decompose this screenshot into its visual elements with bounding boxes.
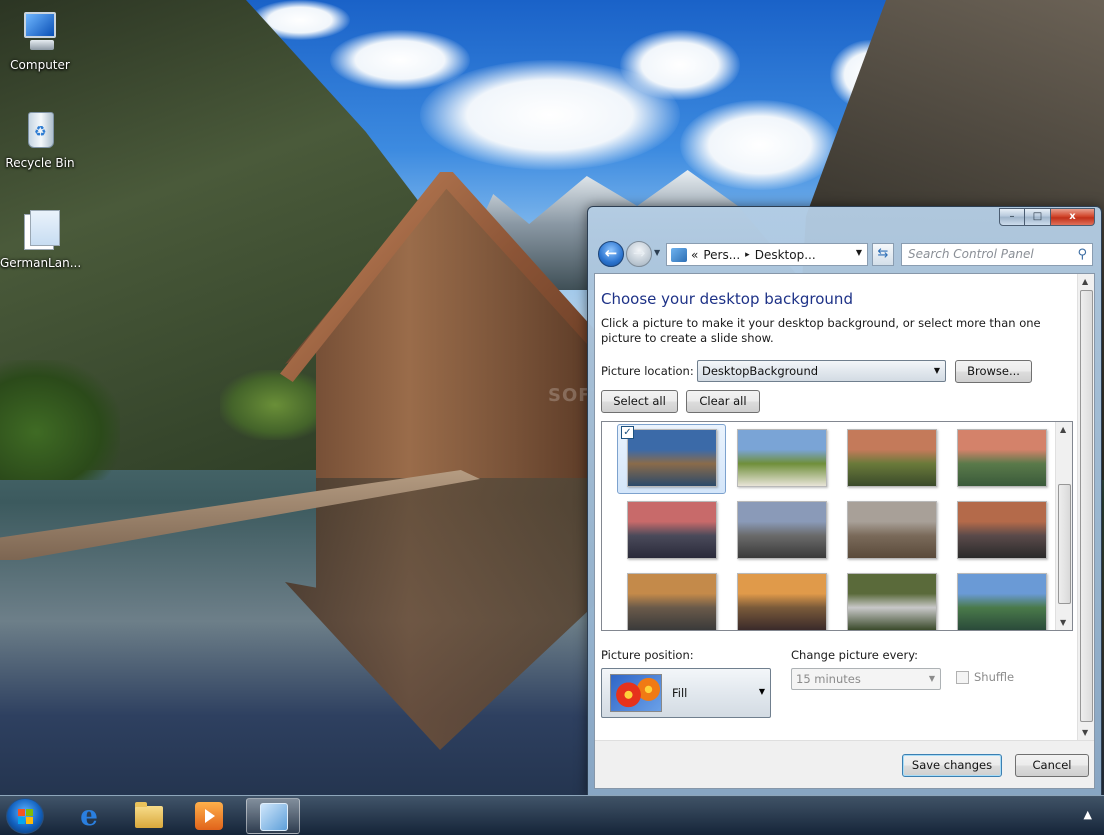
- change-interval-value: 15 minutes: [796, 672, 861, 686]
- breadcrumb-separator-icon[interactable]: ▸: [745, 250, 750, 260]
- clear-all-button[interactable]: Clear all: [686, 390, 760, 413]
- desktop-icon-computer[interactable]: Computer: [0, 10, 80, 72]
- wallpaper-thumbnail-beach-reflection[interactable]: [847, 501, 937, 559]
- recycle-bin-icon: ♻: [18, 108, 62, 152]
- gallery-scrollbar[interactable]: ▲ ▼: [1055, 422, 1072, 630]
- address-bar[interactable]: « Pers... ▸ Desktop... ▼: [666, 243, 868, 266]
- picture-position-label: Picture position:: [601, 648, 694, 662]
- scroll-down-icon[interactable]: ▼: [1060, 618, 1066, 627]
- scroll-down-icon[interactable]: ▼: [1082, 728, 1088, 737]
- checkbox-checked-icon[interactable]: ✓: [621, 426, 634, 439]
- maximize-button[interactable]: □: [1025, 208, 1051, 226]
- fill-preview-icon: [610, 674, 662, 712]
- forward-button[interactable]: →: [626, 241, 652, 267]
- change-picture-every-label: Change picture every:: [791, 648, 919, 662]
- shuffle-label: Shuffle: [974, 670, 1015, 684]
- cancel-button[interactable]: Cancel: [1015, 754, 1089, 777]
- back-arrow-icon: ←: [604, 244, 618, 262]
- computer-icon: [18, 10, 62, 54]
- wallpaper-thumbnail-rocky-beach[interactable]: [737, 501, 827, 559]
- checkbox-icon: [956, 670, 969, 684]
- minimize-button[interactable]: –: [999, 208, 1025, 226]
- refresh-icon: ⇆: [877, 246, 889, 261]
- breadcrumb-overflow[interactable]: «: [691, 248, 698, 262]
- cloud: [680, 100, 840, 190]
- desktop-icon-recycle-bin[interactable]: ♻ Recycle Bin: [0, 108, 80, 170]
- wallpaper-thumbnail-evening-rocks[interactable]: [957, 501, 1047, 559]
- picture-gallery: ▲ ▼ ✓: [601, 421, 1073, 631]
- breadcrumb-desktop-background[interactable]: Desktop...: [755, 248, 816, 262]
- taskbar-media-player[interactable]: [182, 798, 236, 834]
- control-panel-icon: [671, 247, 687, 262]
- chevron-down-icon: ▼: [928, 674, 935, 683]
- scroll-up-icon[interactable]: ▲: [1082, 277, 1088, 286]
- wallpaper-thumbnail-sunset-stream[interactable]: [957, 429, 1047, 487]
- dialog-footer: Save changes Cancel: [595, 740, 1094, 788]
- picture-location-select[interactable]: DesktopBackground ▼: [697, 360, 946, 382]
- grass: [220, 370, 330, 440]
- search-input[interactable]: Search Control Panel ⚲: [901, 243, 1093, 266]
- search-placeholder: Search Control Panel: [908, 247, 1034, 261]
- wallpaper-thumbnail-lighthouse-field[interactable]: [847, 429, 937, 487]
- picture-position-value: Fill: [672, 686, 688, 700]
- wallpaper-thumbnail-dusk-shore[interactable]: [627, 501, 717, 559]
- picture-location-label: Picture location:: [601, 364, 694, 378]
- shuffle-checkbox: Shuffle: [956, 670, 1014, 684]
- page-title: Choose your desktop background: [601, 290, 853, 308]
- breadcrumb-personalization[interactable]: Pers...: [703, 248, 740, 262]
- wallpaper-thumbnail-sunrise-pebbles[interactable]: [737, 573, 827, 630]
- wallpaper-thumbnail-alpine-church[interactable]: [957, 573, 1047, 630]
- page-description: Click a picture to make it your desktop …: [601, 316, 1041, 345]
- select-all-button[interactable]: Select all: [601, 390, 678, 413]
- wallpaper-thumbnail-boathouse-lake[interactable]: [627, 429, 717, 487]
- chevron-down-icon[interactable]: ▼: [856, 248, 862, 257]
- picture-location-value: DesktopBackground: [702, 364, 819, 378]
- taskbar-internet-explorer[interactable]: e: [62, 798, 116, 834]
- caption-buttons: – □ x: [999, 208, 1095, 227]
- windows-logo-icon: [18, 809, 34, 825]
- desktop-icon-label: Recycle Bin: [5, 156, 75, 170]
- show-hidden-icons-icon[interactable]: ▲: [1084, 808, 1092, 821]
- media-player-icon: [195, 802, 223, 830]
- wallpaper-thumbnail-golden-coast[interactable]: [627, 573, 717, 630]
- content-scrollbar[interactable]: ▲ ▼: [1077, 274, 1094, 740]
- refresh-button[interactable]: ⇆: [872, 243, 894, 266]
- wallpaper-thumbnail-sheep-meadow[interactable]: [737, 429, 827, 487]
- scroll-up-icon[interactable]: ▲: [1060, 425, 1066, 434]
- navigation-bar: ← → ▼ « Pers... ▸ Desktop... ▼ ⇆ Search …: [594, 239, 1095, 269]
- personalization-window: – □ x ← → ▼ « Pers... ▸ Desktop... ▼ ⇆ S…: [587, 206, 1102, 797]
- chevron-down-icon: ▼: [758, 687, 765, 696]
- document-icon: [18, 208, 62, 252]
- gallery-scroll-thumb[interactable]: [1058, 484, 1071, 604]
- picture-position-select[interactable]: Fill ▼: [601, 668, 771, 718]
- taskbar-windows-explorer[interactable]: [122, 798, 176, 834]
- internet-explorer-icon: e: [80, 799, 98, 832]
- content-pane: Choose your desktop background Click a p…: [594, 273, 1095, 789]
- save-changes-button[interactable]: Save changes: [902, 754, 1002, 777]
- taskbar: e ▲: [0, 795, 1104, 835]
- change-interval-select: 15 minutes ▼: [791, 668, 941, 690]
- control-panel-icon: [260, 803, 288, 831]
- cloud: [620, 30, 740, 100]
- wallpaper-thumbnail-waterfall[interactable]: [847, 573, 937, 630]
- close-button[interactable]: x: [1051, 208, 1095, 226]
- content-scroll-thumb[interactable]: [1080, 290, 1093, 722]
- browse-button[interactable]: Browse...: [955, 360, 1032, 383]
- taskbar-control-panel[interactable]: [246, 798, 300, 834]
- search-icon[interactable]: ⚲: [1077, 244, 1087, 265]
- recent-pages-dropdown[interactable]: ▼: [654, 248, 660, 257]
- desktop-icon-label: Computer: [10, 58, 70, 72]
- forward-arrow-icon: →: [632, 244, 646, 262]
- start-button[interactable]: [6, 798, 44, 834]
- back-button[interactable]: ←: [598, 241, 624, 267]
- folder-icon: [135, 802, 163, 828]
- grass: [0, 360, 120, 480]
- desktop-icon-germanlan[interactable]: GermanLan...: [0, 208, 82, 270]
- desktop-icon-label: GermanLan...: [0, 256, 82, 270]
- chevron-down-icon: ▼: [933, 366, 940, 375]
